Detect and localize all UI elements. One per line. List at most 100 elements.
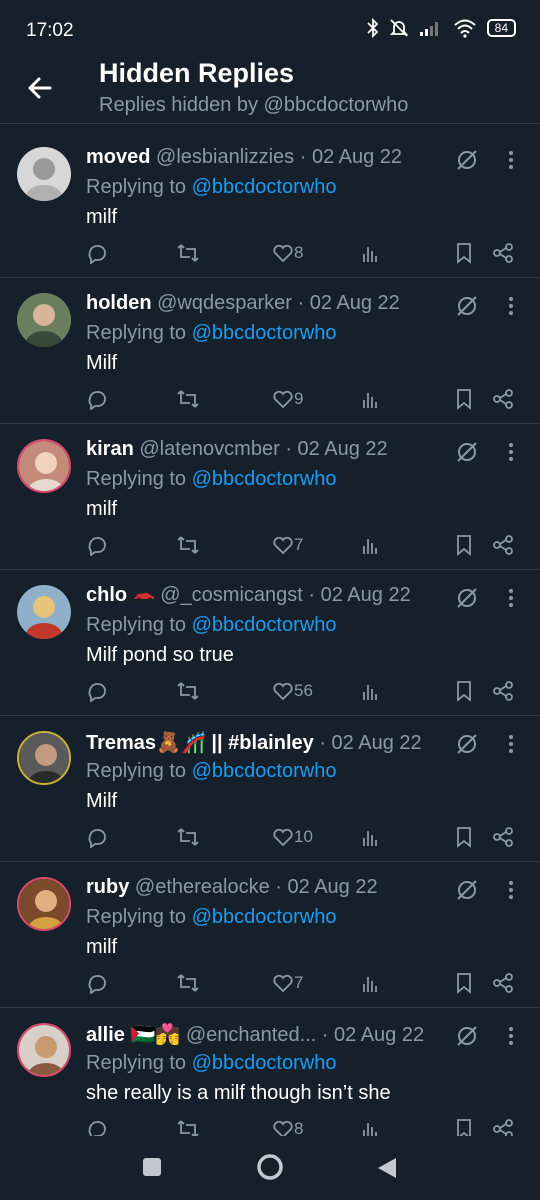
unhide-reply-icon[interactable] [455, 294, 479, 318]
unhide-reply-icon[interactable] [455, 440, 479, 464]
user-handle[interactable]: @enchanted... [186, 1024, 316, 1046]
reply-item[interactable]: ruby @etherealocke · 02 Aug 22 Replying … [0, 862, 540, 1008]
repost-button[interactable] [176, 826, 200, 848]
display-name[interactable]: Tremas🧸🎢 || #blainley [86, 732, 314, 754]
display-name[interactable]: kiran [86, 438, 134, 460]
mention-link[interactable]: @bbcdoctorwho [192, 906, 337, 928]
views-button[interactable] [360, 1118, 382, 1136]
avatar[interactable] [17, 877, 71, 931]
mention-link[interactable]: @bbcdoctorwho [192, 760, 337, 782]
reply-text: Milf [86, 352, 118, 374]
unhide-reply-icon[interactable] [455, 732, 479, 756]
unhide-reply-icon[interactable] [455, 878, 479, 902]
user-handle[interactable]: @lesbianlizzies [156, 146, 294, 168]
hidden-replies-feed[interactable]: moved @lesbianlizzies · 02 Aug 22 Replyi… [0, 132, 540, 1136]
avatar[interactable] [17, 439, 71, 493]
avatar[interactable] [17, 1023, 71, 1077]
repost-button[interactable] [176, 680, 200, 702]
reply-button[interactable] [86, 242, 108, 264]
bookmark-button[interactable] [454, 242, 474, 264]
reply-header: Tremas🧸🎢 || #blainley · 02 Aug 22 [86, 730, 422, 755]
share-button[interactable] [492, 1118, 514, 1136]
views-button[interactable] [360, 534, 382, 556]
share-button[interactable] [492, 680, 514, 702]
bookmark-button[interactable] [454, 388, 474, 410]
repost-button[interactable] [176, 388, 200, 410]
mention-link[interactable]: @bbcdoctorwho [192, 1052, 337, 1074]
back-triangle-icon[interactable] [376, 1156, 398, 1180]
views-button[interactable] [360, 242, 382, 264]
user-handle[interactable]: @latenovcmber [139, 438, 279, 460]
views-button[interactable] [360, 388, 382, 410]
more-options-icon[interactable] [503, 1024, 519, 1048]
reply-header: allie 🇵🇸💏 @enchanted... · 02 Aug 22 [86, 1022, 424, 1047]
more-options-icon[interactable] [503, 586, 519, 610]
unhide-reply-icon[interactable] [455, 1024, 479, 1048]
bookmark-button[interactable] [454, 972, 474, 994]
reply-icon [88, 975, 106, 994]
share-button[interactable] [492, 242, 514, 264]
share-button[interactable] [492, 388, 514, 410]
like-button[interactable]: 10 [272, 826, 313, 848]
repost-button[interactable] [176, 534, 200, 556]
reply-button[interactable] [86, 826, 108, 848]
avatar[interactable] [17, 585, 71, 639]
avatar[interactable] [17, 147, 71, 201]
mention-link[interactable]: @bbcdoctorwho [192, 614, 337, 636]
like-button[interactable]: 7 [272, 534, 303, 556]
bookmark-button[interactable] [454, 1118, 474, 1136]
share-button[interactable] [492, 534, 514, 556]
reply-item[interactable]: allie 🇵🇸💏 @enchanted... · 02 Aug 22 Repl… [0, 1008, 540, 1136]
display-name[interactable]: moved [86, 146, 150, 168]
replying-to-label: Replying to [86, 906, 187, 928]
display-name[interactable]: allie 🇵🇸💏 [86, 1024, 180, 1046]
user-handle[interactable]: @_cosmicangst [160, 584, 303, 606]
share-button[interactable] [492, 972, 514, 994]
like-button[interactable]: 9 [272, 388, 303, 410]
bookmark-button[interactable] [454, 826, 474, 848]
like-button[interactable]: 56 [272, 680, 313, 702]
more-options-icon[interactable] [503, 148, 519, 172]
reply-button[interactable] [86, 534, 108, 556]
like-button[interactable]: 8 [272, 242, 303, 264]
reply-button[interactable] [86, 1118, 108, 1136]
repost-button[interactable] [176, 242, 200, 264]
avatar[interactable] [17, 731, 71, 785]
back-arrow-icon[interactable] [22, 70, 58, 106]
like-button[interactable]: 8 [272, 1118, 303, 1136]
views-button[interactable] [360, 972, 382, 994]
display-name[interactable]: holden [86, 292, 152, 314]
like-button[interactable]: 7 [272, 972, 303, 994]
unhide-reply-icon[interactable] [455, 586, 479, 610]
mention-link[interactable]: @bbcdoctorwho [192, 322, 337, 344]
display-name[interactable]: ruby [86, 876, 129, 898]
reply-item[interactable]: moved @lesbianlizzies · 02 Aug 22 Replyi… [0, 132, 540, 278]
mention-link[interactable]: @bbcdoctorwho [192, 468, 337, 490]
reply-item[interactable]: holden @wqdesparker · 02 Aug 22 Replying… [0, 278, 540, 424]
reply-item[interactable]: kiran @latenovcmber · 02 Aug 22 Replying… [0, 424, 540, 570]
display-name[interactable]: chlo [86, 584, 127, 606]
user-handle[interactable]: @etherealocke [135, 876, 270, 898]
more-options-icon[interactable] [503, 294, 519, 318]
reply-button[interactable] [86, 680, 108, 702]
reply-button[interactable] [86, 972, 108, 994]
avatar[interactable] [17, 293, 71, 347]
repost-button[interactable] [176, 1118, 200, 1136]
views-button[interactable] [360, 680, 382, 702]
reply-item[interactable]: chlo @_cosmicangst · 02 Aug 22 Replying … [0, 570, 540, 716]
mention-link[interactable]: @bbcdoctorwho [192, 176, 337, 198]
reply-button[interactable] [86, 388, 108, 410]
share-button[interactable] [492, 826, 514, 848]
recents-square-icon[interactable] [141, 1156, 163, 1178]
bookmark-button[interactable] [454, 534, 474, 556]
bookmark-button[interactable] [454, 680, 474, 702]
more-options-icon[interactable] [503, 732, 519, 756]
home-circle-icon[interactable] [255, 1152, 285, 1182]
unhide-reply-icon[interactable] [455, 148, 479, 172]
user-handle[interactable]: @wqdesparker [157, 292, 292, 314]
views-button[interactable] [360, 826, 382, 848]
more-options-icon[interactable] [503, 440, 519, 464]
reply-item[interactable]: Tremas🧸🎢 || #blainley · 02 Aug 22 Replyi… [0, 716, 540, 862]
more-options-icon[interactable] [503, 878, 519, 902]
repost-button[interactable] [176, 972, 200, 994]
